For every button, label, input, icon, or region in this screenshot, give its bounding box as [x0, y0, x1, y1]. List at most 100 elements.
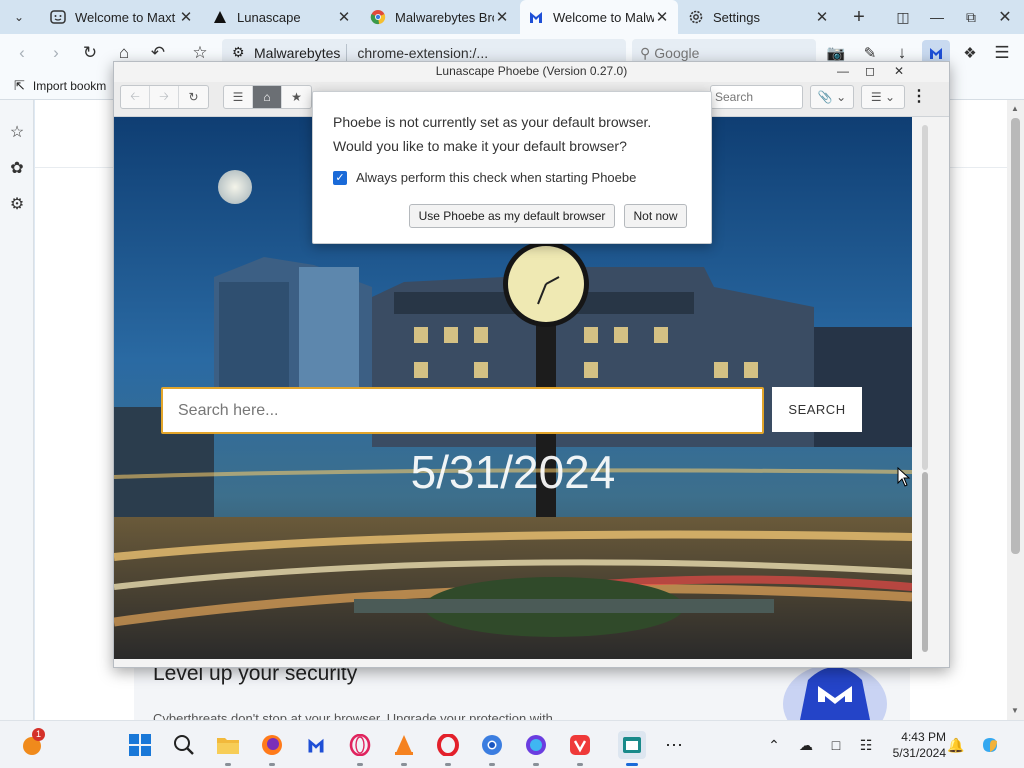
ai-chat-icon[interactable]: ✿ [7, 158, 27, 178]
reload-icon[interactable]: ↻ [76, 40, 104, 66]
tab-label: Lunascape [237, 9, 301, 25]
page-scrollbar[interactable]: ▲ ▼ [1007, 100, 1024, 720]
import-icon: ⇱ [14, 77, 25, 93]
scroll-down-arrow-icon[interactable]: ▼ [1011, 706, 1019, 715]
gear-icon [688, 9, 704, 25]
tab-lunascape[interactable]: Lunascape ✕ [204, 0, 360, 34]
tab-list-chevron-icon[interactable]: ⌄ [6, 5, 32, 29]
running-indicator [489, 763, 495, 766]
menu-dropdown: ☰ ⌄ [861, 85, 905, 109]
show-hidden-icons-chevron-icon[interactable]: ⌃ [764, 735, 784, 755]
search-icon: ⚲ [640, 44, 651, 61]
extension-puzzle-icon: ⚙ [232, 44, 245, 60]
list-icon[interactable]: ☰ [224, 86, 253, 108]
malwarebytes-icon[interactable] [304, 733, 328, 757]
checkbox-label[interactable]: Always perform this check when starting … [356, 170, 636, 185]
minimize-icon[interactable]: — [832, 64, 854, 78]
more-vertical-icon[interactable]: ⋮ [911, 86, 927, 106]
not-now-button[interactable]: Not now [624, 204, 687, 228]
close-icon[interactable]: ✕ [814, 8, 830, 26]
scroll-up-arrow-icon[interactable]: ▲ [1011, 104, 1019, 113]
back-arrow-icon[interactable]: 🡠 [121, 86, 150, 108]
copilot-icon[interactable] [980, 735, 1000, 755]
toolbar-search-field[interactable]: Search [710, 85, 803, 109]
system-clock[interactable]: 4:43 PM 5/31/2024 [880, 729, 946, 761]
star-icon[interactable]: ★ [282, 86, 311, 108]
notification-badge: 1 [32, 728, 45, 741]
close-icon[interactable]: ✕ [494, 8, 510, 26]
attachments-dropdown: 📎 ⌄ [810, 85, 854, 109]
search-button[interactable]: SEARCH [772, 387, 862, 432]
menu-hamburger-icon[interactable]: ☰ ⌄ [862, 86, 904, 108]
tab-settings[interactable]: Settings ✕ [680, 0, 838, 34]
tab-strip: ⌄ Welcome to Maxt ✕ Lunascape ✕ Malwareb… [0, 0, 1024, 34]
url-text: chrome-extension:/... [357, 45, 489, 61]
new-tab-plus-icon[interactable]: + [842, 0, 876, 34]
tab-maxthon[interactable]: Welcome to Maxt ✕ [42, 0, 202, 34]
chrome-icon [370, 9, 386, 25]
notifications-bell-icon[interactable]: 🔔 [946, 735, 966, 755]
mouse-cursor-icon [897, 467, 911, 487]
more-apps-icon[interactable]: ⋯ [662, 733, 686, 757]
restore-icon[interactable]: ⧉ [954, 0, 988, 34]
malwarebytes-icon [528, 9, 544, 25]
clock-time: 4:43 PM [901, 730, 946, 744]
close-icon[interactable]: ✕ [654, 8, 670, 26]
vlc-icon[interactable] [392, 733, 416, 757]
close-icon[interactable]: ✕ [178, 8, 194, 26]
opera-icon[interactable] [436, 733, 460, 757]
date-display: 5/31/2024 [410, 446, 616, 498]
nav-button-group: 🡠 🡢 ↻ [120, 85, 209, 109]
dialog-message-line1: Phoebe is not currently set as your defa… [333, 114, 652, 130]
close-icon[interactable]: ✕ [888, 64, 910, 78]
opera-gx-icon[interactable] [348, 733, 372, 757]
running-indicator [225, 763, 231, 766]
lunascape-scrollbar[interactable] [913, 117, 949, 659]
active-indicator [626, 763, 638, 766]
import-bookmarks-link[interactable]: Import bookm [33, 79, 106, 93]
network-volume-icon[interactable]: ☷ [856, 735, 876, 755]
reload-icon[interactable]: ↻ [179, 86, 208, 108]
settings-gear-icon[interactable]: ⚙ [7, 194, 27, 214]
set-default-button[interactable]: Use Phoebe as my default browser [409, 204, 615, 228]
always-check-checkbox[interactable]: ✓ [333, 171, 347, 185]
home-icon[interactable]: ⌂ [253, 86, 282, 108]
running-indicator [533, 763, 539, 766]
tab-label: Welcome to Maxt [75, 9, 176, 25]
close-icon[interactable]: ✕ [336, 8, 352, 26]
maximize-icon[interactable]: ◻ [859, 64, 881, 78]
paperclip-icon[interactable]: 📎 ⌄ [811, 86, 853, 108]
back-arrow-icon[interactable]: ‹ [8, 40, 36, 66]
tab-label: Welcome to Malw [553, 9, 654, 25]
tab-malwarebytes-browser[interactable]: Malwarebytes Bro ✕ [362, 0, 518, 34]
running-indicator [445, 763, 451, 766]
scrollbar-thumb[interactable] [1011, 118, 1020, 554]
chromium-icon[interactable] [480, 733, 504, 757]
running-indicator [269, 763, 275, 766]
onedrive-cloud-icon[interactable]: ☁ [796, 735, 816, 755]
forward-arrow-icon[interactable]: › [42, 40, 70, 66]
windows-start-icon[interactable] [128, 733, 152, 757]
menu-hamburger-icon[interactable]: ☰ [988, 40, 1016, 66]
scrollbar-thumb[interactable] [922, 472, 928, 652]
view-button-group: ☰ ⌂ ★ [223, 85, 312, 109]
sidebar-toggle-icon[interactable]: ◫ [886, 0, 920, 34]
clock-date: 5/31/2024 [892, 746, 946, 760]
extensions-icon[interactable]: ❖ [956, 40, 984, 66]
page-paragraph: Cyberthreats don't stop at your browser.… [153, 711, 553, 720]
dialog-message-line2: Would you like to make it your default b… [333, 138, 627, 154]
tab-label: Settings [713, 9, 760, 25]
file-explorer-icon[interactable] [216, 733, 240, 757]
vivaldi-icon[interactable] [568, 733, 592, 757]
lunascape-taskbar-icon[interactable] [618, 731, 646, 759]
minimize-icon[interactable]: — [920, 0, 954, 34]
close-window-icon[interactable]: ✕ [988, 0, 1022, 34]
bookmarks-star-icon[interactable]: ☆ [7, 122, 27, 142]
search-input[interactable]: Search here... [161, 387, 764, 434]
tab-malwarebytes-welcome[interactable]: Welcome to Malw ✕ [520, 0, 678, 34]
forward-arrow-icon[interactable]: 🡢 [150, 86, 179, 108]
search-icon[interactable] [172, 733, 196, 757]
browser-orb-icon[interactable] [524, 733, 548, 757]
display-icon[interactable]: □ [826, 735, 846, 755]
firefox-icon[interactable] [260, 733, 284, 757]
